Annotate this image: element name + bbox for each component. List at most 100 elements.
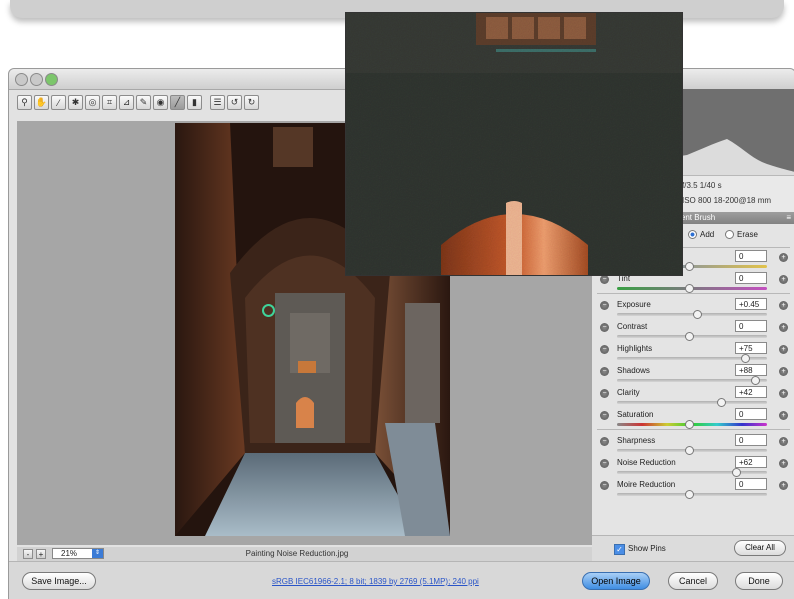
- zoom-window-button[interactable]: [45, 73, 58, 86]
- toolbar: ⚲ ✋ ⁄ ✱ ◎ ⌗ ⊿ ✎ ◉ ╱ ▮ ☰ ↺ ↻: [17, 95, 261, 113]
- decrease-icon[interactable]: −: [600, 389, 609, 398]
- slider-knob[interactable]: [751, 376, 760, 385]
- slider-knob[interactable]: [685, 490, 694, 499]
- panel-menu-icon[interactable]: ≡: [786, 212, 791, 224]
- zoom-out-button[interactable]: -: [23, 549, 33, 559]
- slider-knob[interactable]: [685, 332, 694, 341]
- preferences-icon[interactable]: ☰: [210, 95, 225, 110]
- adjustment-value-field[interactable]: 0: [735, 272, 767, 284]
- bottom-bar: Save Image... sRGB IEC61966-2.1; 8 bit; …: [9, 561, 794, 599]
- white-balance-tool-icon[interactable]: ⁄: [51, 95, 66, 110]
- adjustment-slider[interactable]: [617, 379, 767, 382]
- rotate-right-icon[interactable]: ↻: [244, 95, 259, 110]
- slider-knob[interactable]: [716, 398, 726, 407]
- adjustment-value-field[interactable]: +88: [735, 364, 767, 376]
- minimize-button[interactable]: [30, 73, 43, 86]
- adjustment-value-field[interactable]: 0: [735, 250, 767, 262]
- targeted-adjustment-tool-icon[interactable]: ◎: [85, 95, 100, 110]
- adjustment-label: Saturation: [617, 410, 654, 419]
- slider-knob[interactable]: [740, 354, 750, 363]
- increase-icon[interactable]: +: [779, 367, 788, 376]
- increase-icon[interactable]: +: [779, 389, 788, 398]
- zoom-dropdown-icon[interactable]: ⇕: [92, 549, 103, 558]
- adjustment-label: Contrast: [617, 322, 648, 331]
- increase-icon[interactable]: +: [779, 301, 788, 310]
- decrease-icon[interactable]: −: [600, 323, 609, 332]
- zoomed-detail-inset: [345, 12, 683, 276]
- adjustment-value-field[interactable]: +75: [735, 342, 767, 354]
- adjustment-label: Highlights: [617, 344, 653, 353]
- slider-knob[interactable]: [685, 262, 694, 271]
- adjustment-value-field[interactable]: 0: [735, 320, 767, 332]
- erase-mode-label: Erase: [737, 230, 758, 239]
- slider-knob[interactable]: [731, 468, 741, 477]
- red-eye-tool-icon[interactable]: ◉: [153, 95, 168, 110]
- slider-knob[interactable]: [685, 446, 694, 455]
- adjustment-value-field[interactable]: 0: [735, 408, 767, 420]
- color-sampler-tool-icon[interactable]: ✱: [68, 95, 83, 110]
- show-pins-label: Show Pins: [628, 544, 666, 553]
- adjustment-value-field[interactable]: +42: [735, 386, 767, 398]
- open-image-button[interactable]: Open Image: [582, 572, 650, 590]
- clear-all-button[interactable]: Clear All: [734, 540, 786, 556]
- show-pins-checkbox[interactable]: ✓: [614, 544, 625, 555]
- adjustment-row: − Clarity +42 +: [592, 385, 794, 407]
- adjustment-slider[interactable]: [617, 401, 767, 404]
- straighten-tool-icon[interactable]: ⊿: [119, 95, 134, 110]
- decrease-icon[interactable]: −: [600, 459, 609, 468]
- increase-icon[interactable]: +: [779, 345, 788, 354]
- adjustment-value-field[interactable]: 0: [735, 434, 767, 446]
- hand-tool-icon[interactable]: ✋: [34, 95, 49, 110]
- decrease-icon[interactable]: −: [600, 411, 609, 420]
- zoom-level-select[interactable]: 21% ⇕: [52, 548, 104, 559]
- adjustment-label: Exposure: [617, 300, 651, 309]
- filename-label: Painting Noise Reduction.jpg: [245, 549, 349, 558]
- preview-status-bar: - + 21% ⇕ Painting Noise Reduction.jpg: [17, 547, 592, 561]
- adjustment-label: Sharpness: [617, 436, 656, 445]
- adjustment-brush-tool-icon[interactable]: ╱: [170, 95, 185, 110]
- add-mode-radio[interactable]: [688, 230, 697, 239]
- workflow-options-link[interactable]: sRGB IEC61966-2.1; 8 bit; 1839 by 2769 (…: [272, 577, 479, 586]
- increase-icon[interactable]: +: [779, 275, 788, 284]
- erase-mode-radio[interactable]: [725, 230, 734, 239]
- zoom-level-value: 21%: [61, 549, 78, 558]
- decrease-icon[interactable]: −: [600, 301, 609, 310]
- crop-tool-icon[interactable]: ⌗: [102, 95, 117, 110]
- adjustment-row: − Saturation 0 +: [592, 407, 794, 429]
- decrease-icon[interactable]: −: [600, 367, 609, 376]
- decrease-icon[interactable]: −: [600, 437, 609, 446]
- adjustment-pin[interactable]: [262, 304, 275, 317]
- increase-icon[interactable]: +: [779, 323, 788, 332]
- adjustment-label: Shadows: [617, 366, 650, 375]
- increase-icon[interactable]: +: [779, 437, 788, 446]
- adjustment-slider[interactable]: [617, 471, 767, 474]
- adjustment-label: Noise Reduction: [617, 458, 676, 467]
- spot-removal-tool-icon[interactable]: ✎: [136, 95, 151, 110]
- adjustment-row: − Shadows +88 +: [592, 363, 794, 385]
- adjustment-label: Clarity: [617, 388, 640, 397]
- cancel-button[interactable]: Cancel: [668, 572, 718, 590]
- increase-icon[interactable]: +: [779, 459, 788, 468]
- slider-knob[interactable]: [685, 420, 694, 429]
- decrease-icon[interactable]: −: [600, 481, 609, 490]
- save-image-button[interactable]: Save Image...: [22, 572, 96, 590]
- close-button[interactable]: [15, 73, 28, 86]
- done-button[interactable]: Done: [735, 572, 783, 590]
- decrease-icon[interactable]: −: [600, 345, 609, 354]
- increase-icon[interactable]: +: [779, 411, 788, 420]
- adjustment-value-field[interactable]: +62: [735, 456, 767, 468]
- camera-info-line1: f/3.5 1/40 s: [682, 181, 722, 190]
- adjustment-row: − Moire Reduction 0 +: [592, 477, 794, 499]
- zoom-in-button[interactable]: +: [36, 549, 46, 559]
- adjustment-value-field[interactable]: 0: [735, 478, 767, 490]
- decrease-icon[interactable]: −: [600, 275, 609, 284]
- slider-knob[interactable]: [685, 284, 694, 293]
- adjustment-row: − Noise Reduction +62 +: [592, 455, 794, 477]
- increase-icon[interactable]: +: [779, 253, 788, 262]
- zoom-tool-icon[interactable]: ⚲: [17, 95, 32, 110]
- graduated-filter-tool-icon[interactable]: ▮: [187, 95, 202, 110]
- rotate-left-icon[interactable]: ↺: [227, 95, 242, 110]
- increase-icon[interactable]: +: [779, 481, 788, 490]
- adjustment-value-field[interactable]: +0.45: [735, 298, 767, 310]
- slider-knob[interactable]: [692, 310, 702, 319]
